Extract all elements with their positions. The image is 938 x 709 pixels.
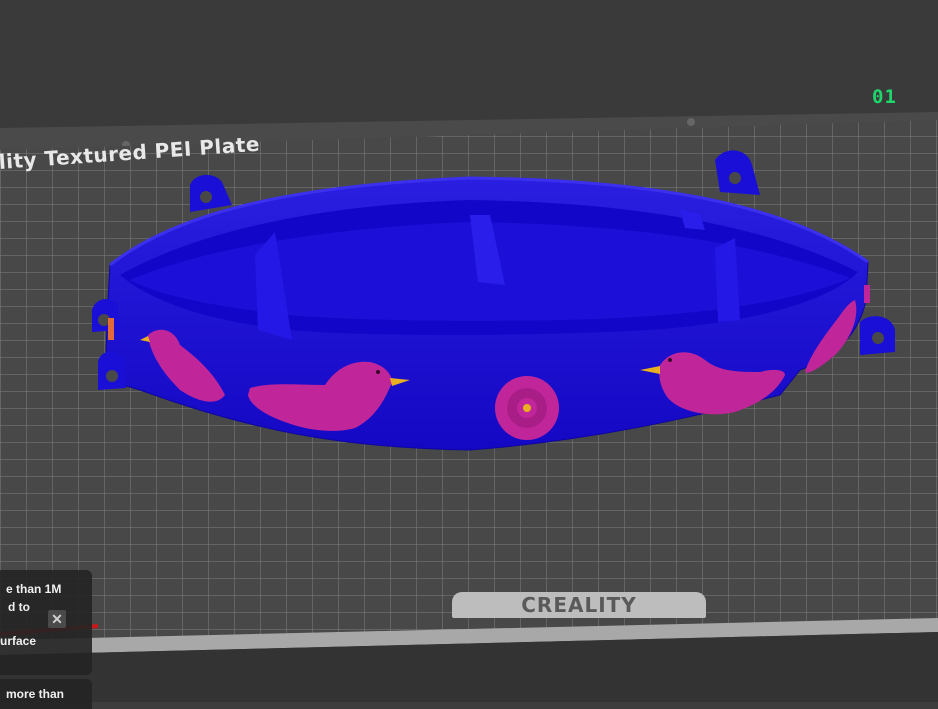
flower-relief-icon <box>495 376 559 440</box>
notification-text: more than <box>6 687 65 701</box>
notification-link[interactable]: urface <box>0 634 36 648</box>
3d-viewport[interactable]: lity Textured PEI Plate 01 CREALITY <box>0 0 938 702</box>
notification-panel: e than 1M d to ✕ urface <box>0 570 92 675</box>
plate-number[interactable]: 01 <box>872 86 897 108</box>
notification-text: d to <box>8 600 30 614</box>
notification-panel: more than <box>0 679 92 709</box>
bed-brand-logo: CREALITY <box>452 592 706 618</box>
notification-text: e than 1M <box>6 582 62 596</box>
bed-screw-icon <box>687 118 695 126</box>
close-icon[interactable]: ✕ <box>48 610 66 628</box>
